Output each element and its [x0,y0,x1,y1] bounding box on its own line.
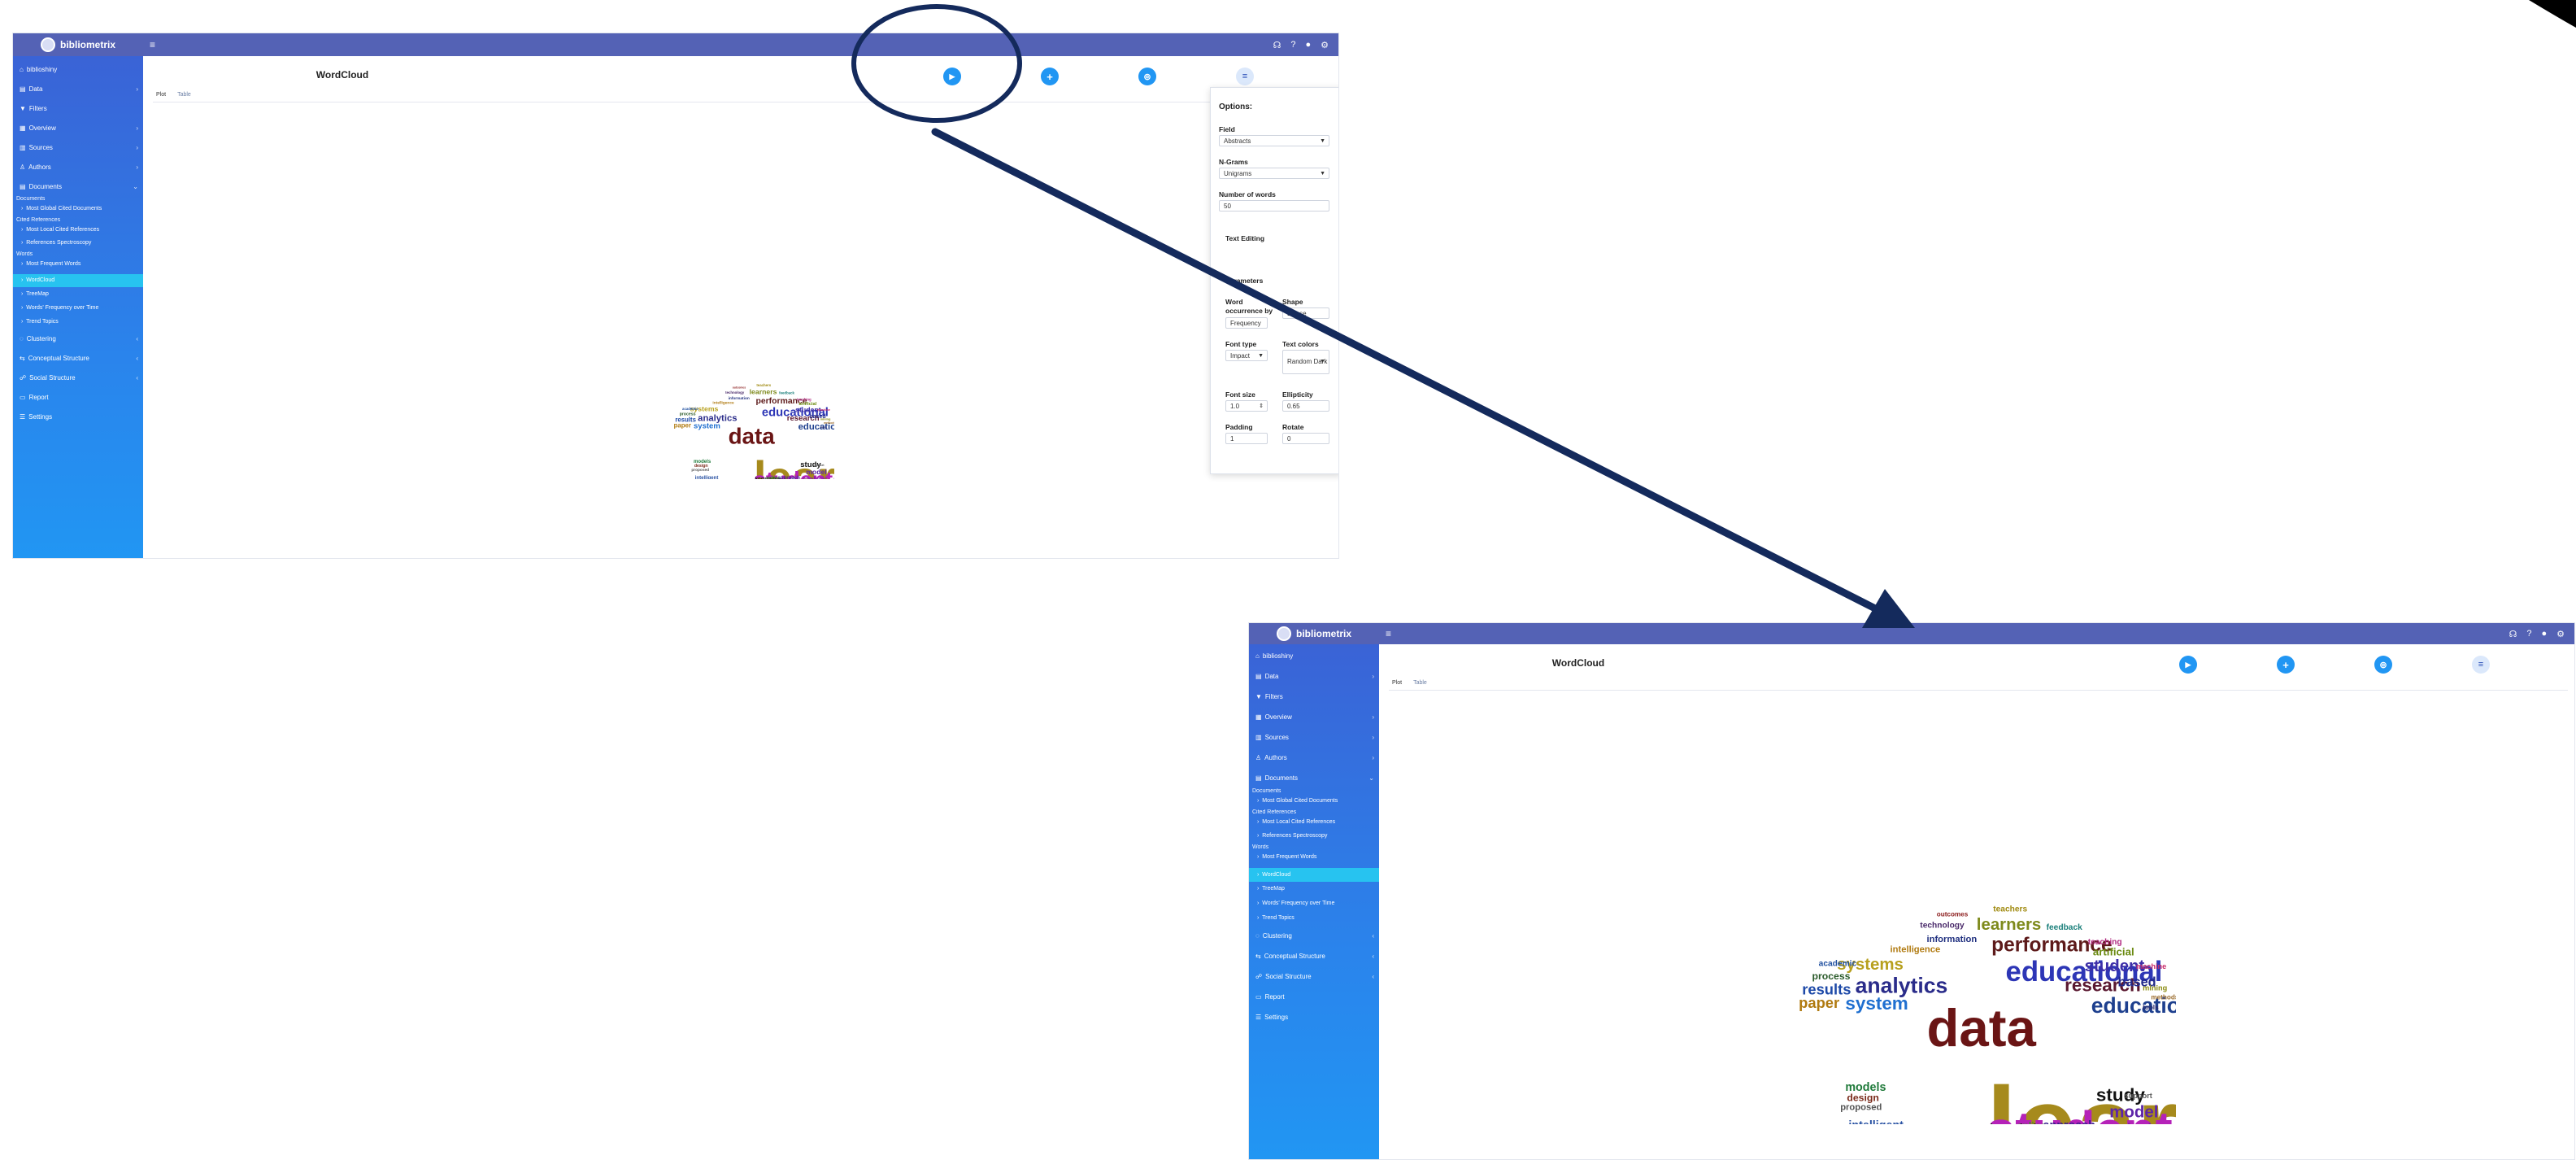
annotation-overlay [0,0,2576,1158]
corner-arc [2529,0,2576,28]
highlight-circle [854,7,1020,120]
arrow-shaft [935,132,1878,610]
